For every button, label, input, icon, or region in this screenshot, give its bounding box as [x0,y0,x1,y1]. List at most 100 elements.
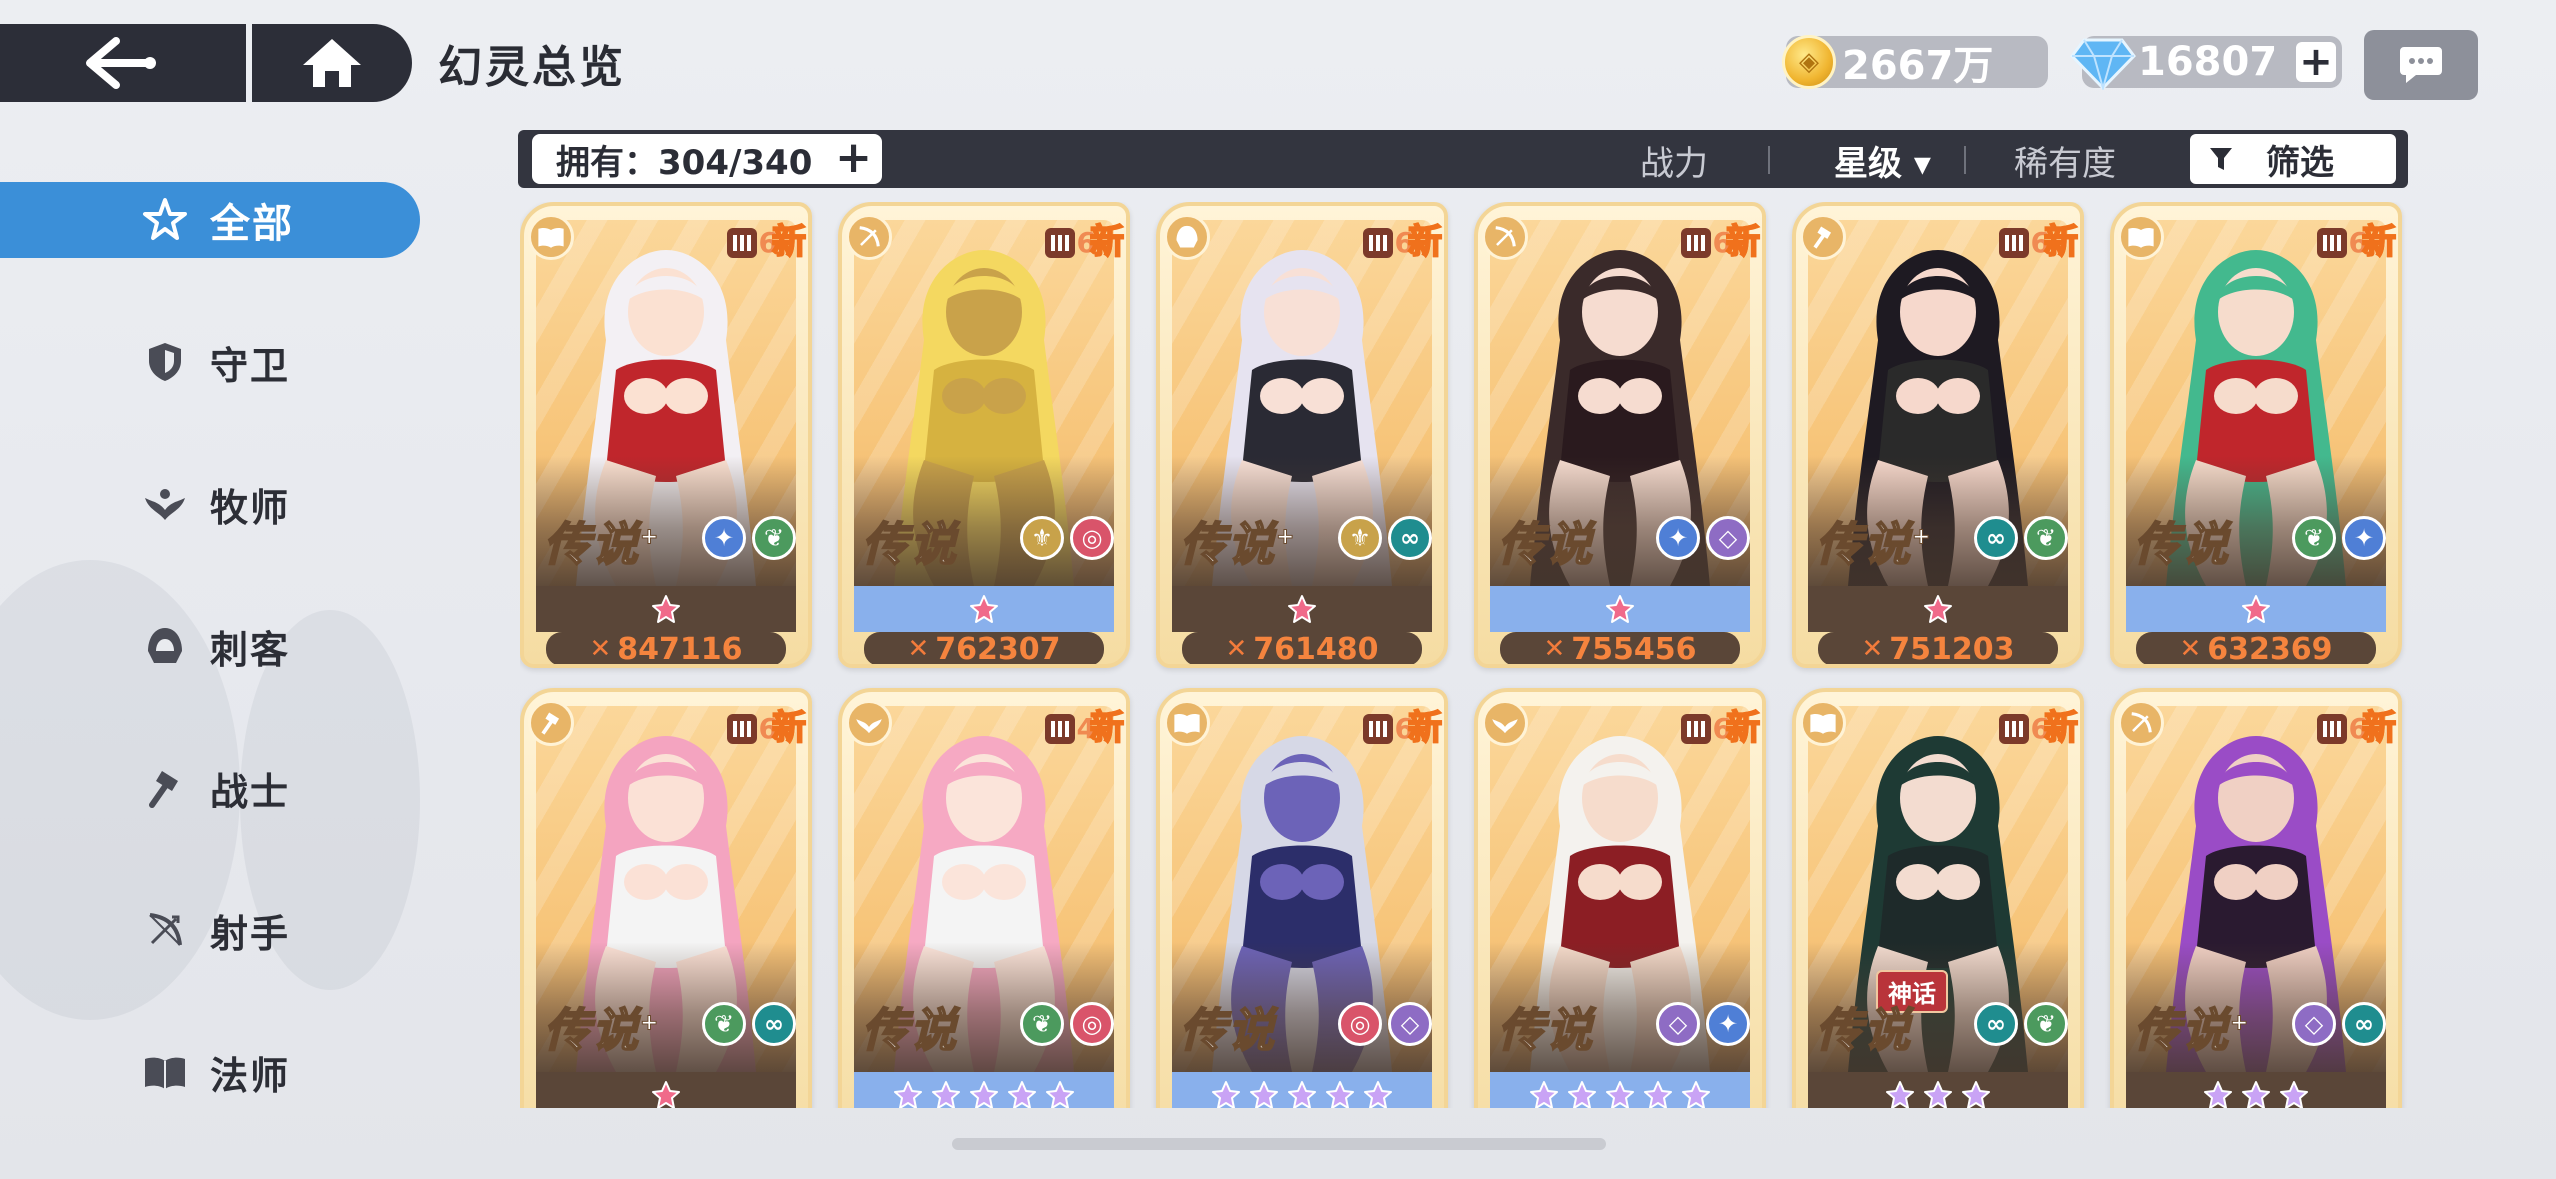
add-gems-button[interactable]: + [2296,42,2336,82]
star-rating [1490,586,1750,632]
star-icon [1606,1081,1634,1108]
back-button[interactable] [0,24,246,102]
sidebar-item-label: 全部 [210,201,294,247]
dark-element-icon: ◇ [1388,1002,1432,1046]
sidebar-item-priest[interactable]: 牧师 [0,466,420,542]
level-bars-icon [1680,713,1711,744]
crossed-swords-icon: ✕ [1543,634,1566,664]
star-icon [1250,1081,1278,1108]
star-icon [1606,595,1634,623]
rarity-label: 传说 [1815,1002,1912,1058]
level-bars-icon [1044,713,1075,744]
sidebar-item-archer[interactable]: 射手 [0,892,420,968]
star-icon [1364,1081,1392,1108]
home-icon [303,39,361,87]
sidebar-item-guardian[interactable]: 守卫 [0,324,420,400]
fire-element-icon: ◎ [1338,1002,1382,1046]
fire-element-icon: ◎ [1070,516,1114,560]
filter-button[interactable]: 筛选 [2190,134,2396,184]
hero-card[interactable]: 6 新神话 传说 ∞ ❦ [1792,688,2084,1108]
bow-icon [1482,214,1528,260]
hood-icon [1164,214,1210,260]
wings-icon [142,481,188,527]
hood-icon [142,623,188,669]
chat-button[interactable] [2364,30,2478,100]
star-icon [970,1081,998,1108]
level-bars-icon [726,713,757,744]
hero-card[interactable]: 6 新传说 ❦ ✦ ✕ 632369 [2110,202,2402,668]
hero-card[interactable]: 6 新传说+ ✦ ❦ ✕ 847116 [520,202,812,668]
sidebar-item-assassin[interactable]: 刺客 [0,608,420,684]
star-rating [2126,1072,2386,1108]
rarity-plus: + [1911,524,1933,550]
hero-card[interactable]: 6 新传说+ ⚜ ∞ ✕ 761480 [1156,202,1448,668]
level-tag: 6 [1998,226,2050,259]
light-element-icon: ⚜ [1338,516,1382,560]
horizontal-scrollbar[interactable] [952,1138,1606,1150]
rarity-plus: + [2229,1010,2251,1036]
sidebar-item-label: 牧师 [210,485,291,530]
combat-power-value: 762307 [935,631,1061,667]
star-icon [2204,1081,2232,1108]
star-icon [1008,1081,1036,1108]
star-icon [1212,1081,1240,1108]
combat-power-value: 751203 [1889,631,2015,667]
owned-count-label: 拥有：304/340 [556,142,813,183]
combat-power: ✕ 632369 [2136,632,2376,664]
level-tag: 6 [1680,226,1732,259]
chat-bubble-icon [2400,47,2442,83]
level-bars-icon [1044,227,1075,258]
hammer-icon [1800,214,1846,260]
level-bars-icon [2316,713,2347,744]
rarity-label: 传说 [1179,1002,1276,1058]
sidebar-item-warrior[interactable]: 战士 [0,750,420,826]
hero-card[interactable]: 6 新传说 ✦ ◇ ✕ 755456 [1474,202,1766,668]
rarity-plus: + [639,524,661,550]
hero-card[interactable]: 4 新传说 ❦ ◎ [838,688,1130,1108]
level-bars-icon [1362,227,1393,258]
star-icon [1326,1081,1354,1108]
star-icon [652,1081,680,1108]
star-icon [1046,1081,1074,1108]
sort-rarity-tab[interactable]: 稀有度 [2014,136,2116,185]
sidebar-item-mage[interactable]: 法师 [0,1034,420,1110]
sort-power-tab[interactable]: 战力 [1640,136,1708,185]
hero-card[interactable]: 6 新传说 ⚜ ◎ ✕ 762307 [838,202,1130,668]
hero-card[interactable]: 6 新传说+ ◇ ∞ [2110,688,2402,1108]
hero-card[interactable]: 6 新传说 ◎ ◇ [1156,688,1448,1108]
home-button[interactable] [252,24,412,102]
water-element-icon: ∞ [1388,516,1432,560]
star-rating [1172,1072,1432,1108]
sidebar-item-all[interactable]: 全部 [0,182,420,258]
filter-bar: 拥有：304/340 + 战力 星级 ▾ 稀有度 筛选 [518,130,2408,188]
new-badge: 新 [2043,700,2079,749]
hero-card[interactable]: 6 新传说+ ∞ ❦ ✕ 751203 [1792,202,2084,668]
new-badge: 新 [1089,214,1125,263]
owned-count-box[interactable]: 拥有：304/340 + [532,134,882,184]
water-element-icon: ∞ [1974,1002,2018,1046]
expand-capacity-button[interactable]: + [835,136,872,180]
hero-card[interactable]: 6 新传说 ◇ ✦ [1474,688,1766,1108]
book-icon [2118,214,2164,260]
dark-element-icon: ◇ [1706,516,1750,560]
new-badge: 新 [1089,700,1125,749]
level-tag: 6 [2316,712,2368,745]
sidebar-item-label: 守卫 [210,343,291,388]
gold-amount: 2667万 [1842,43,1994,89]
rarity-label: 传说 [861,1002,958,1058]
hero-card[interactable]: 6 新传说+ ❦ ∞ [520,688,812,1108]
level-tag: 6 [2316,226,2368,259]
sort-desc-arrow-icon: ▾ [1913,144,1931,184]
page-title: 幻灵总览 [438,42,626,93]
star-rating [2126,586,2386,632]
star-icon [2280,1081,2308,1108]
nature-element-icon: ❦ [2292,516,2336,560]
crossed-swords-icon: ✕ [1861,634,1884,664]
rarity-plus: + [1275,524,1297,550]
star-icon [1924,1081,1952,1108]
sort-star-tab[interactable]: 星级 ▾ [1834,136,1931,185]
level-bars-icon [1680,227,1711,258]
combat-power: ✕ 761480 [1182,632,1422,664]
book-icon [1800,700,1846,746]
level-bars-icon [1998,227,2029,258]
